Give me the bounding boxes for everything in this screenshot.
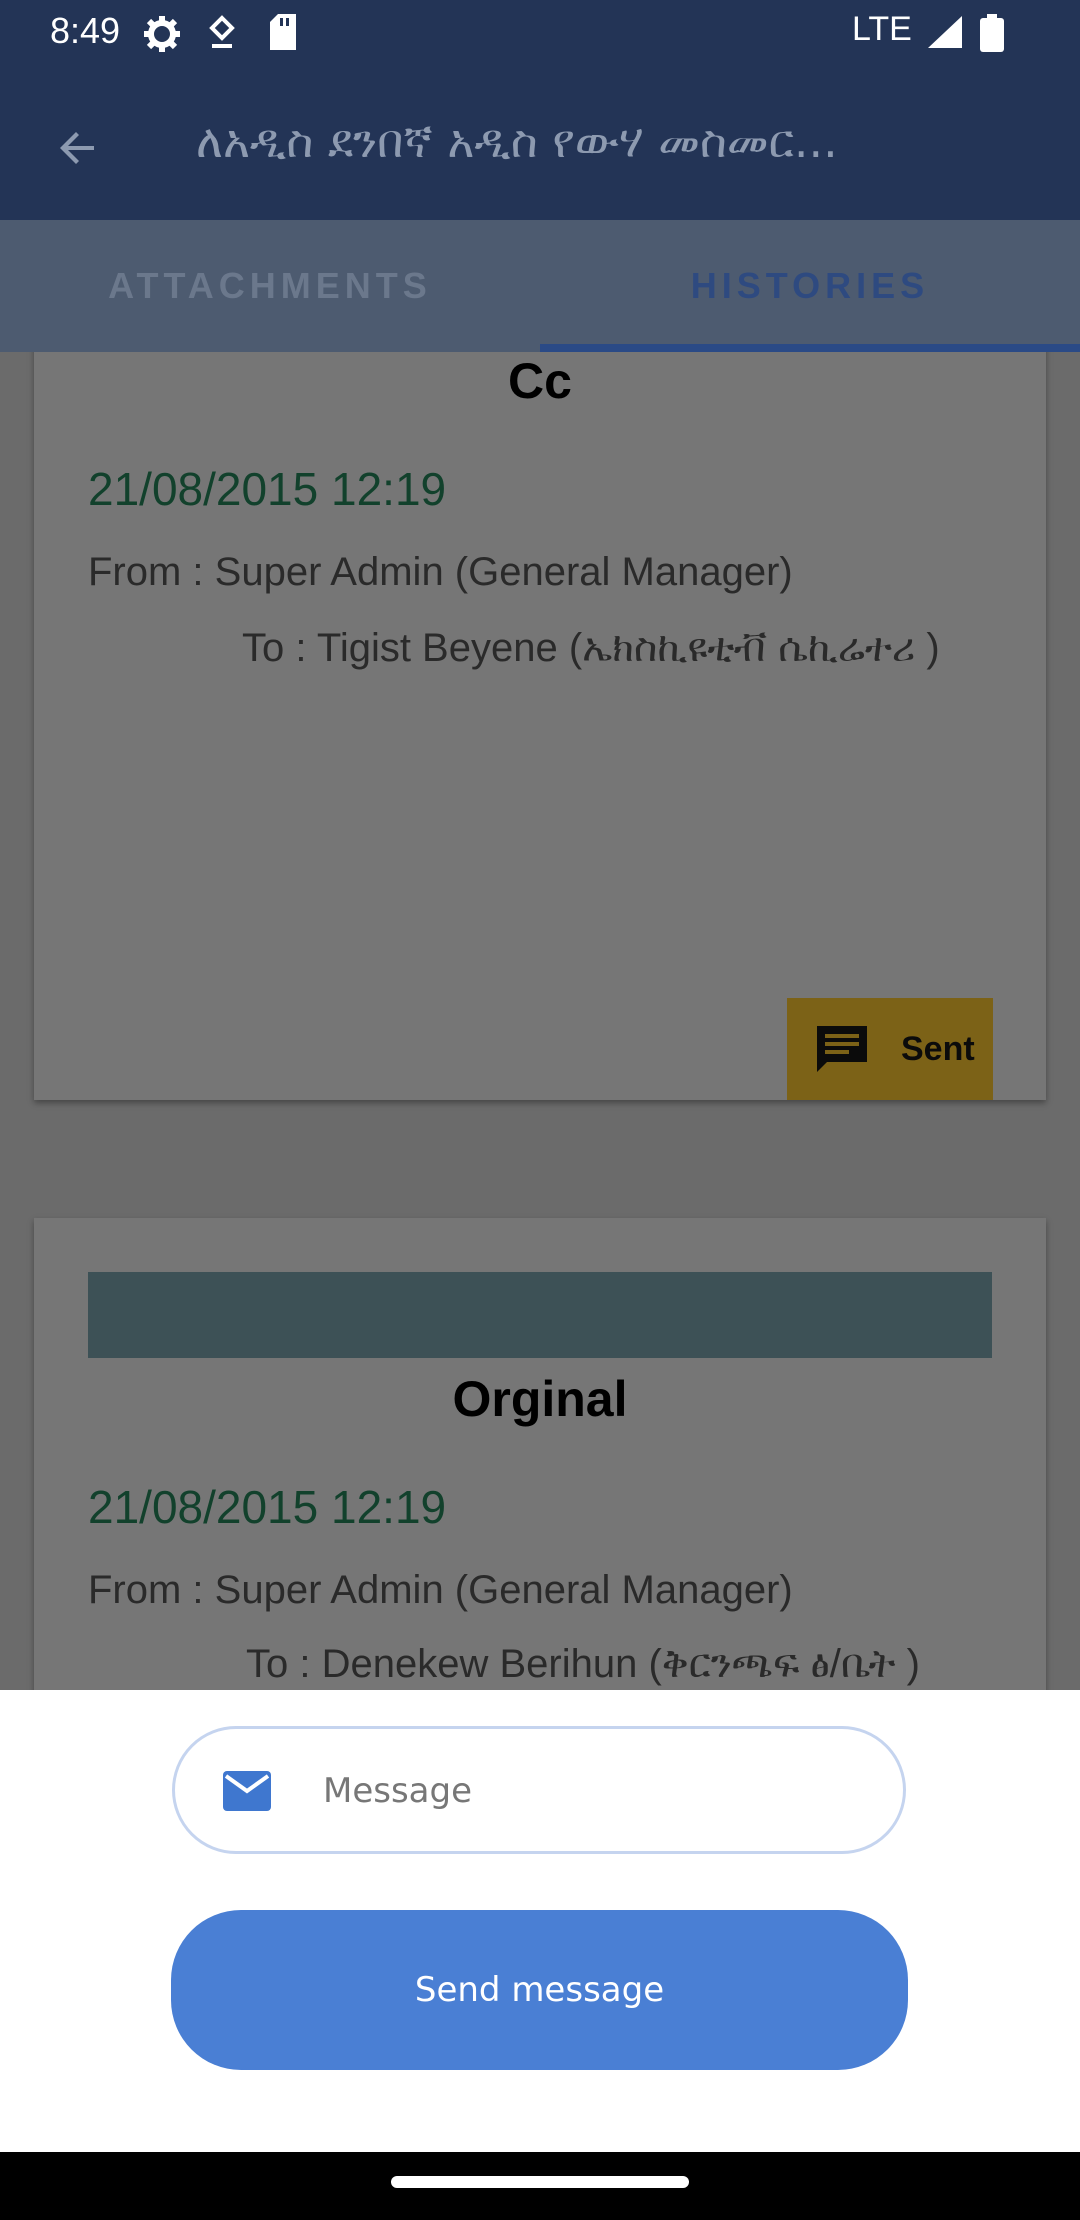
app-bar: ለአዲስ ደንበኛ አዲስ የውሃ መስመር...	[0, 66, 1080, 220]
back-button[interactable]	[40, 110, 116, 186]
signal-icon	[926, 14, 964, 54]
history-header-bar	[88, 1272, 992, 1358]
status-badge: Sent	[787, 998, 993, 1100]
history-datetime: 21/08/2015 12:19	[88, 463, 447, 515]
network-type: LTE	[852, 10, 912, 48]
tab-bar: ATTACHMENTS HISTORIES	[0, 220, 1080, 352]
status-label: Sent	[901, 1029, 975, 1068]
history-card: Orginal 21/08/2015 12:19 From : Super Ad…	[34, 1218, 1046, 1690]
status-time: 8:49	[50, 10, 121, 51]
status-bar: 8:49 LTE	[0, 0, 1080, 66]
history-type: Cc	[508, 353, 572, 409]
location-icon	[206, 14, 238, 58]
history-card: Cc 21/08/2015 12:19 From : Super Admin (…	[34, 352, 1046, 1100]
history-datetime: 21/08/2015 12:19	[88, 1481, 447, 1533]
home-handle[interactable]	[391, 2176, 689, 2188]
settings-icon	[142, 14, 182, 58]
navigation-bar	[0, 2152, 1080, 2220]
battery-icon	[980, 14, 1004, 56]
history-from: From : Super Admin (General Manager)	[88, 550, 793, 594]
tab-indicator	[540, 344, 1080, 352]
history-type: Orginal	[452, 1371, 628, 1427]
arrow-back-icon	[60, 132, 94, 164]
page-title: ለአዲስ ደንበኛ አዲስ የውሃ መስመር...	[196, 114, 838, 168]
message-field[interactable]	[172, 1726, 906, 1854]
history-to: To : Tigist Beyene (ኤክስኪዩቲቭ ሴኪሬተሪ )	[242, 626, 940, 670]
message-composer: Send message	[0, 1690, 1080, 2152]
tab-histories[interactable]: HISTORIES	[540, 220, 1080, 352]
history-from: From : Super Admin (General Manager)	[88, 1568, 793, 1612]
tab-attachments[interactable]: ATTACHMENTS	[0, 220, 540, 352]
histories-list[interactable]: Cc 21/08/2015 12:19 From : Super Admin (…	[0, 352, 1080, 1690]
sd-card-icon	[268, 14, 298, 54]
send-message-button[interactable]: Send message	[171, 1910, 908, 2070]
mail-icon	[223, 1771, 271, 1811]
history-to: To : Denekew Berihun (ቅርንጫፍ ፅ/ቤት )	[246, 1642, 920, 1686]
message-input[interactable]	[321, 1749, 865, 1833]
message-icon	[817, 1026, 867, 1072]
